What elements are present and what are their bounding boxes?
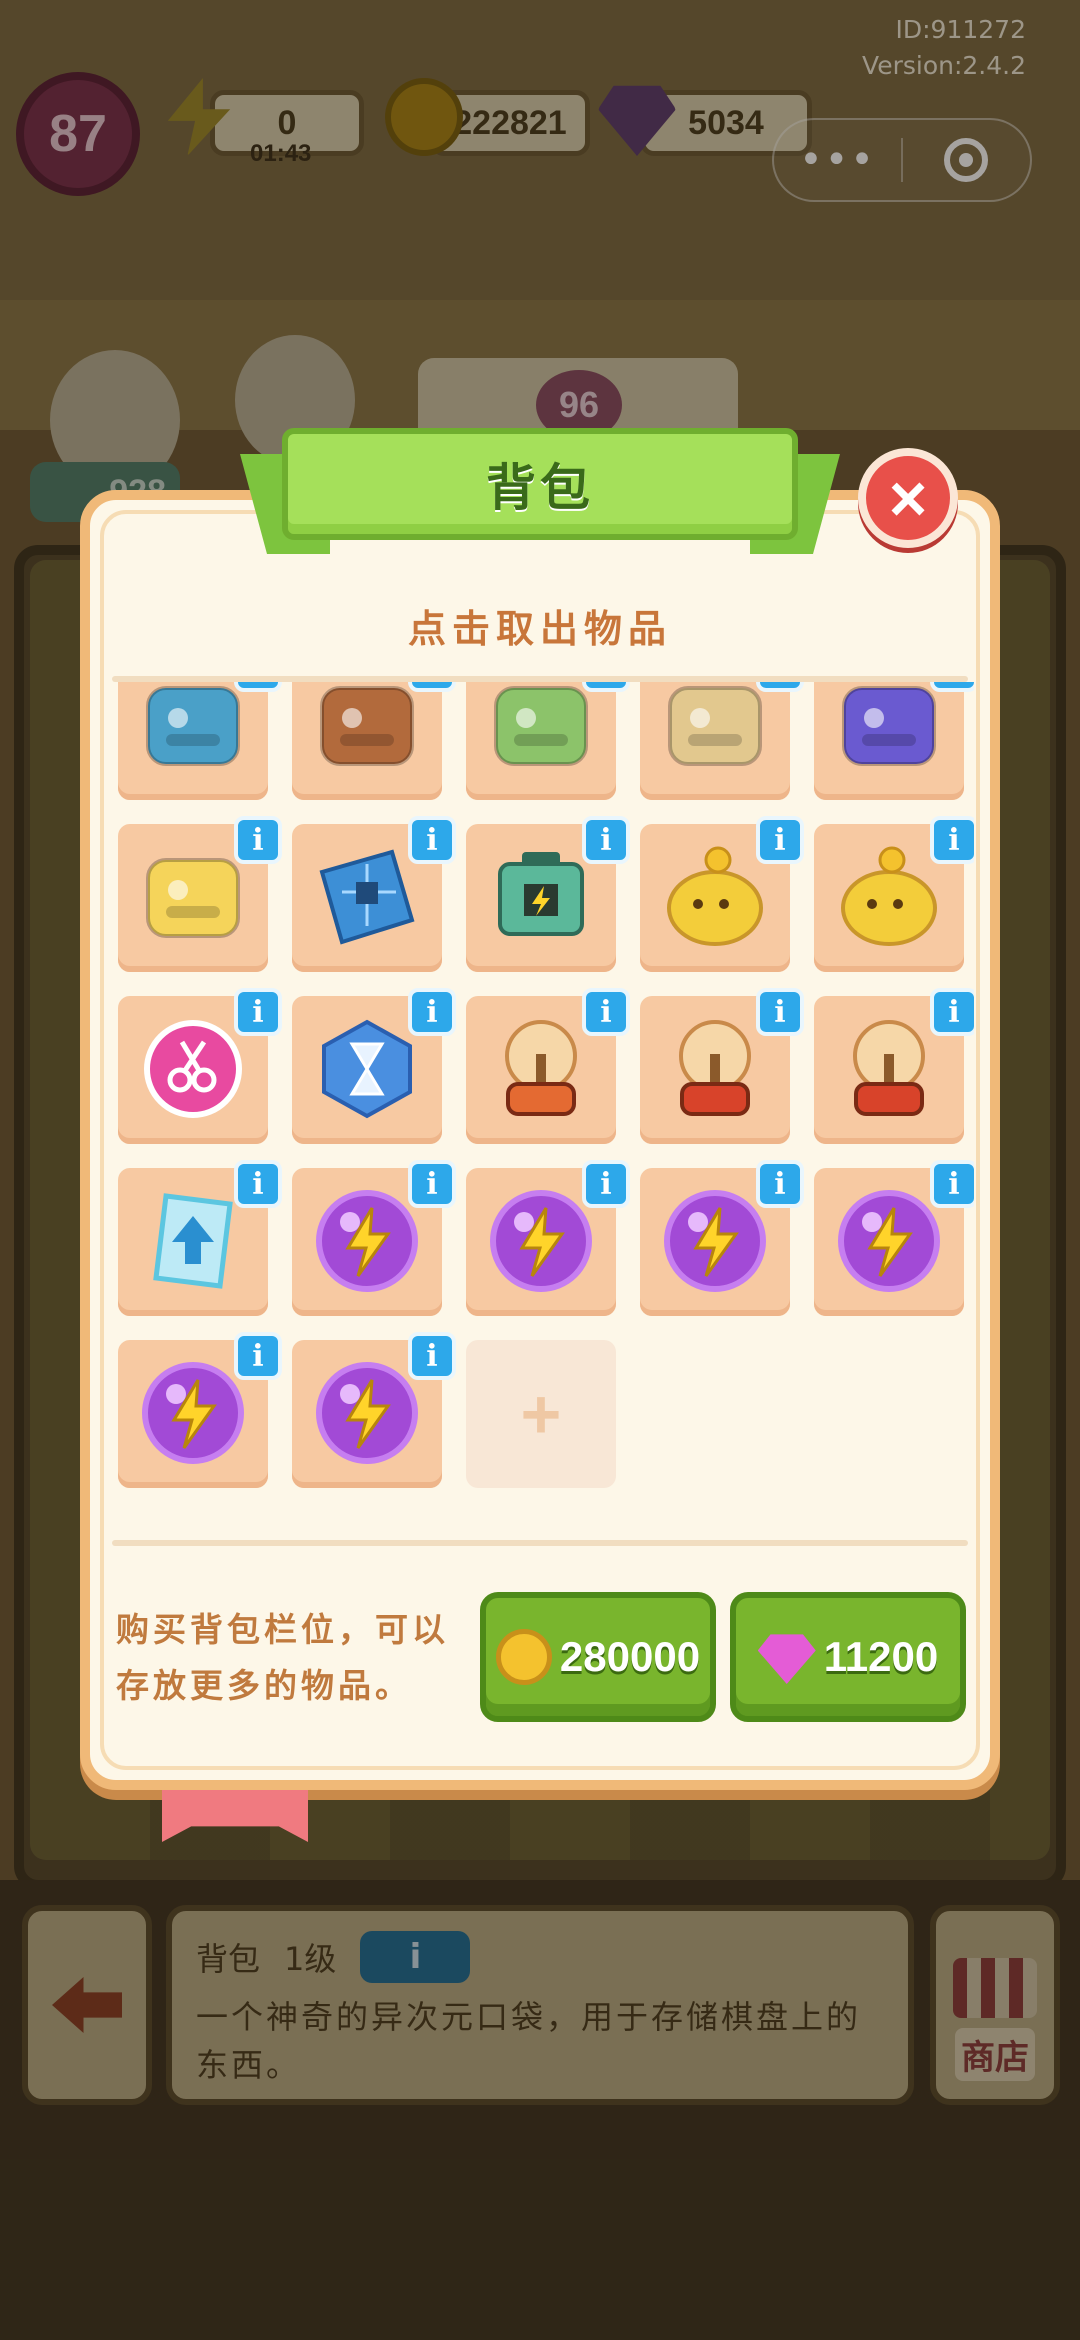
chick-coin-icon	[660, 842, 770, 952]
inventory-slot-energy-orb[interactable]: i	[292, 1160, 456, 1316]
inventory-slot-energy-orb[interactable]: i	[466, 1160, 630, 1316]
info-icon[interactable]: i	[930, 988, 974, 1036]
gem-price: 11200	[823, 1633, 939, 1680]
buy-hint-line-2: 存放更多的物品。	[116, 1666, 412, 1705]
info-icon[interactable]: i	[408, 1332, 456, 1380]
info-icon[interactable]: i	[234, 1160, 282, 1208]
wizard-toy-icon	[834, 682, 944, 780]
battery-case-icon	[486, 842, 596, 952]
bottom-divider	[112, 1540, 968, 1546]
inventory-slot-sleeping-bag[interactable]: i	[466, 682, 630, 800]
inventory-slot-circuit-board[interactable]: i	[292, 816, 456, 972]
plasma-ball-icon	[834, 1014, 944, 1124]
energy-orb-icon	[660, 1186, 770, 1296]
info-icon[interactable]: i	[234, 988, 282, 1036]
energy-orb-icon	[834, 1186, 944, 1296]
coin-icon	[495, 1629, 552, 1685]
inventory-slot-chick-coin[interactable]: i	[640, 816, 804, 972]
add-slot-button[interactable]: +	[466, 1340, 616, 1488]
buy-with-gems-button[interactable]: 11200	[730, 1592, 966, 1722]
hourglass-hex-icon	[312, 1014, 422, 1124]
wooden-chest-icon	[312, 682, 422, 780]
info-icon[interactable]: i	[234, 1332, 282, 1380]
inventory-slot-energy-orb[interactable]: i	[118, 1332, 282, 1488]
buy-slot-hint: 购买背包栏位，可以 存放更多的物品。	[116, 1602, 476, 1714]
circuit-board-icon	[312, 842, 422, 952]
sleeping-bag-icon	[486, 682, 596, 780]
info-icon[interactable]: i	[930, 1160, 974, 1208]
info-icon[interactable]: i	[408, 1160, 456, 1208]
clover-book-icon	[660, 682, 770, 780]
plasma-ball-icon	[486, 1014, 596, 1124]
dialog-subtitle: 点击取出物品	[407, 607, 672, 651]
scissors-badge-icon	[138, 1014, 248, 1124]
energy-orb-icon	[312, 1186, 422, 1296]
dialog-title-ribbon: 背包	[282, 428, 798, 540]
info-icon[interactable]: i	[408, 816, 456, 864]
inventory-slot-energy-orb[interactable]: i	[292, 1332, 456, 1488]
info-icon[interactable]: i	[234, 682, 282, 692]
inventory-slot-wooden-chest[interactable]: i	[292, 682, 456, 800]
buy-hint-line-1: 购买背包栏位，可以	[116, 1610, 449, 1649]
inventory-grid: i i i i i i i i i i i i i i i i i i i i i i +	[114, 682, 974, 1522]
info-icon[interactable]: i	[582, 1160, 630, 1208]
inventory-slot-energy-orb[interactable]: i	[814, 1160, 974, 1316]
inventory-slot-wizard-toy[interactable]: i	[814, 682, 974, 800]
dialog-title: 背包	[486, 459, 594, 517]
close-button[interactable]: ×	[858, 448, 958, 548]
yellow-bear-icon	[138, 842, 248, 952]
inventory-slot-battery-case[interactable]: i	[466, 816, 630, 972]
inventory-slot-yellow-bear[interactable]: i	[118, 816, 282, 972]
info-icon[interactable]: i	[234, 816, 282, 864]
info-icon[interactable]: i	[582, 682, 630, 692]
coin-price: 280000	[559, 1633, 701, 1680]
close-icon: ×	[888, 461, 928, 535]
upgrade-card-icon	[138, 1186, 248, 1296]
inventory-slot-chick-coin[interactable]: i	[814, 816, 974, 972]
inventory-slot-map-piece[interactable]: i	[118, 682, 282, 800]
info-icon[interactable]: i	[756, 682, 804, 692]
inventory-slot-plasma-ball[interactable]: i	[466, 988, 630, 1144]
inventory-slot-hourglass-hex[interactable]: i	[292, 988, 456, 1144]
gem-icon	[757, 1634, 816, 1684]
info-icon[interactable]: i	[408, 988, 456, 1036]
info-icon[interactable]: i	[930, 682, 974, 692]
energy-orb-icon	[312, 1358, 422, 1468]
inventory-slot-clover-book[interactable]: i	[640, 682, 804, 800]
inventory-slot-plasma-ball[interactable]: i	[640, 988, 804, 1144]
inventory-slot-energy-orb[interactable]: i	[640, 1160, 804, 1316]
info-icon[interactable]: i	[582, 988, 630, 1036]
buy-with-coins-button[interactable]: 280000	[480, 1592, 716, 1722]
inventory-slot-scissors-badge[interactable]: i	[118, 988, 282, 1144]
plus-icon: +	[520, 1375, 562, 1453]
info-icon[interactable]: i	[756, 816, 804, 864]
info-icon[interactable]: i	[756, 988, 804, 1036]
info-icon[interactable]: i	[408, 682, 456, 692]
inventory-slot-upgrade-card[interactable]: i	[118, 1160, 282, 1316]
map-piece-icon	[138, 682, 248, 780]
chick-coin-icon	[834, 842, 944, 952]
energy-orb-icon	[486, 1186, 596, 1296]
info-icon[interactable]: i	[582, 816, 630, 864]
plasma-ball-icon	[660, 1014, 770, 1124]
energy-orb-icon	[138, 1358, 248, 1468]
info-icon[interactable]: i	[930, 816, 974, 864]
inventory-slot-plasma-ball[interactable]: i	[814, 988, 974, 1144]
info-icon[interactable]: i	[756, 1160, 804, 1208]
